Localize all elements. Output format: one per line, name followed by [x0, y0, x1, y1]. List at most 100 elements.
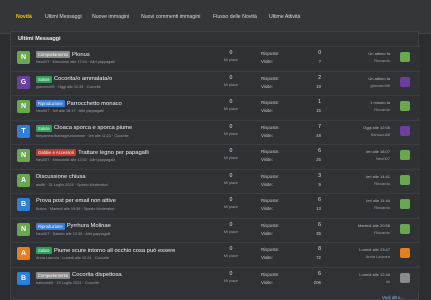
avatar-letter: A — [20, 250, 27, 257]
views-count: 19 — [316, 83, 321, 89]
tab-nuovi-commenti-immagini[interactable]: Nuovi commenti immagini — [141, 14, 200, 20]
last-post-user[interactable]: giacomo99 — [370, 83, 390, 88]
avatar-letter: N — [20, 103, 27, 110]
thread-row[interactable]: B Prova post per email non attive Bricca ·… — [11, 193, 420, 216]
views-count: 15 — [316, 108, 321, 113]
thread-title-link[interactable]: Cocorita dispettosa — [72, 272, 122, 278]
author-avatar[interactable]: N — [17, 149, 30, 162]
thread-row[interactable]: N Gabbie e Accessori Trattare legno per pa… — [11, 144, 420, 167]
thread-row[interactable]: N Riproduzione Pyrrhura Molinae Neo007 · Sa… — [11, 217, 420, 241]
thread-title-link[interactable]: Piume scure intorno all occhio cosa può … — [54, 248, 175, 254]
last-poster-avatar[interactable] — [400, 248, 410, 258]
last-post-user[interactable]: Riccardo — [374, 181, 390, 186]
last-post-date[interactable]: 1 minuto fa — [370, 100, 390, 105]
thread-meta: barbum69 · 19 Luglio 2024 · Cocorite — [36, 280, 99, 285]
last-post-date[interactable]: Ieri alle 14:41 — [366, 174, 390, 179]
thread-meta: Neo007 · Sabato alle 12:35 · Altri pappa… — [36, 231, 111, 236]
thread-title-line: Riproduzione Parrocchetto monaco — [36, 100, 122, 107]
thread-row[interactable]: T Salute Cloaca sporca e sporca piume theya… — [11, 119, 420, 143]
view-more-link[interactable]: Vedi altro... — [382, 295, 404, 300]
last-poster-avatar[interactable] — [400, 174, 410, 185]
tab-novita[interactable]: Novità — [16, 14, 32, 20]
author-avatar[interactable]: G — [17, 75, 30, 89]
thread-meta: giacomo99 · Oggi alle 11:35 · Cocorite — [36, 84, 101, 89]
last-post-user[interactable]: Samuuu68 — [371, 132, 390, 137]
last-post-date[interactable]: Un attimo fa — [368, 76, 390, 81]
last-post-user[interactable]: Anna Laurora — [366, 254, 390, 259]
likes-count: 0 — [229, 246, 233, 252]
thread-prefix[interactable]: Comportamento — [36, 51, 71, 58]
thread-title-link[interactable]: Cocorita/o ammalata/o — [54, 76, 112, 82]
views-label: Visite: — [261, 157, 273, 162]
author-avatar[interactable]: B — [17, 271, 30, 285]
thread-prefix[interactable]: Salute — [36, 247, 52, 254]
thread-title-link[interactable]: Parrocchetto monaco — [67, 101, 122, 107]
views-label: Visite: — [261, 279, 273, 285]
last-post-user[interactable]: Riccardo — [374, 230, 390, 235]
likes-label: Mi piace — [223, 82, 239, 87]
author-avatar[interactable]: B — [17, 198, 30, 211]
replies-count: 6 — [318, 270, 321, 277]
views-label: Visite: — [261, 206, 273, 211]
last-poster-avatar[interactable] — [400, 101, 410, 111]
thread-row[interactable]: N Riproduzione Parrocchetto monaco Neo007 ·… — [11, 95, 420, 118]
thread-row[interactable]: G Salute Cocorita/o ammalata/o giacomo99 · … — [11, 70, 420, 94]
replies-label: Risposte: — [261, 247, 280, 252]
thread-row[interactable]: A Discussione chiusa asdfh · 31 Luglio 202… — [11, 168, 420, 192]
views-count: 48 — [316, 132, 321, 138]
thread-title-link[interactable]: Trattare legno per papagalli — [78, 150, 149, 156]
thread-prefix[interactable]: Comportamento — [36, 271, 71, 279]
last-post-date[interactable]: Lunedì alle 12:46 — [359, 272, 390, 277]
tab-bar: Novità Ultimi Messaggi Nuove immagini Nu… — [0, 0, 431, 34]
thread-prefix[interactable]: Riproduzione — [36, 100, 65, 107]
last-post-date[interactable]: Oggi alle 12:06 — [363, 125, 390, 130]
author-avatar[interactable]: N — [17, 222, 30, 236]
tab-ultimi-messaggi[interactable]: Ultimi Messaggi — [45, 14, 82, 20]
last-post-date[interactable]: Ieri alle 18:07 — [366, 149, 390, 154]
last-poster-avatar[interactable] — [400, 199, 410, 209]
last-poster-avatar[interactable] — [400, 125, 410, 136]
thread-title-line: Comportamento Cocorita dispettosa — [36, 271, 122, 279]
thread-title-link[interactable]: Discussione chiusa — [36, 174, 86, 180]
last-poster-avatar[interactable] — [400, 76, 410, 87]
replies-label: Risposte: — [261, 271, 280, 277]
last-poster-avatar[interactable] — [400, 150, 410, 160]
last-poster-avatar[interactable] — [400, 272, 410, 283]
last-post-user[interactable]: Neo007 — [376, 156, 390, 161]
last-post-date[interactable]: Ieri alle 11:44 — [366, 198, 390, 203]
author-avatar[interactable]: N — [17, 100, 30, 113]
last-post-date[interactable]: Lunedì alle 23:47 — [359, 247, 390, 252]
thread-row[interactable]: B Comportamento Cocorita dispettosa barbum6… — [11, 266, 420, 290]
thread-title-line: Discussione chiusa — [36, 174, 86, 180]
last-post-date[interactable]: Martedì alle 20:58 — [358, 223, 390, 228]
last-post-user[interactable]: Riccardo — [374, 107, 390, 112]
tab-nuove-immagini[interactable]: Nuove immagini — [92, 14, 129, 20]
thread-title-link[interactable]: Prova post per email non attive — [36, 198, 116, 204]
tab-ultime-attivita[interactable]: Ultime Attività — [269, 14, 300, 20]
last-poster-avatar[interactable] — [400, 52, 410, 62]
author-avatar[interactable]: A — [17, 173, 30, 187]
thread-title-link[interactable]: Cloaca sporca e sporca piume — [54, 125, 132, 131]
views-count: 25 — [316, 157, 321, 162]
last-post-date[interactable]: Un attimo fa — [368, 51, 390, 56]
thread-prefix[interactable]: Salute — [36, 75, 52, 83]
thread-title-link[interactable]: Plonus — [72, 52, 90, 58]
thread-prefix[interactable]: Gabbie e Accessori — [36, 149, 77, 156]
thread-row[interactable]: N Comportamento Plonus Neo007 · Mercoledì a… — [11, 46, 420, 69]
thread-prefix[interactable]: Riproduzione — [36, 222, 65, 230]
last-poster-avatar[interactable] — [400, 223, 410, 234]
author-avatar[interactable]: N — [17, 51, 30, 64]
thread-prefix[interactable]: Salute — [36, 124, 52, 132]
likes-label: Mi piace — [223, 156, 239, 160]
author-avatar[interactable]: A — [17, 247, 30, 260]
last-post-user[interactable]: Riccardo — [374, 58, 390, 63]
last-post-user[interactable]: rik — [386, 279, 390, 284]
thread-title-link[interactable]: Pyrrhura Molinae — [67, 223, 111, 229]
author-avatar[interactable]: T — [17, 124, 30, 138]
avatar-letter: A — [20, 176, 27, 184]
thread-title-line: Prova post per email non attive — [36, 198, 116, 204]
tab-flusso-novita[interactable]: Flusso delle Novità — [213, 14, 257, 20]
last-post-user[interactable]: Riccardo — [374, 205, 390, 210]
likes-label: Mi piace — [223, 58, 239, 62]
thread-row[interactable]: A Salute Piume scure intorno all occhio co… — [11, 242, 420, 265]
